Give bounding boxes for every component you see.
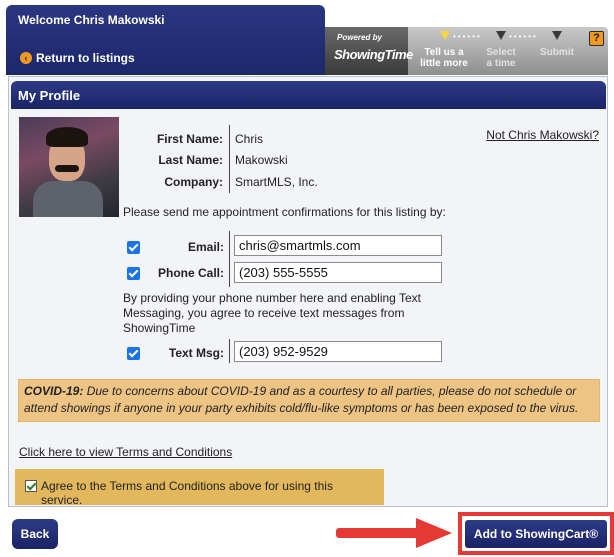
text-msg-field[interactable] [234, 341, 442, 362]
text-msg-checkbox[interactable] [127, 347, 140, 360]
company-label: Company: [164, 175, 223, 189]
annotation-arrow-head-icon [416, 518, 452, 548]
last-name-value: Makowski [235, 153, 288, 167]
help-icon[interactable]: ? [589, 31, 604, 46]
steps-progress-bar: Powered by ShowingTime •••••• •••••• Tel… [325, 27, 608, 75]
agree-terms-row: Agree to the Terms and Conditions above … [15, 469, 384, 507]
sms-disclaimer: By providing your phone number here and … [123, 291, 421, 335]
welcome-header: Welcome Chris Makowski ‹ Return to listi… [6, 5, 325, 75]
covid-text: Due to concerns about COVID-19 and as a … [24, 384, 579, 415]
add-to-showingcart-button[interactable]: Add to ShowingCart® [465, 520, 607, 548]
not-user-link[interactable]: Not Chris Makowski? [486, 128, 599, 142]
email-field[interactable] [234, 235, 442, 256]
step-tell-us: Tell us a little more [420, 47, 468, 69]
last-name-label: Last Name: [158, 153, 223, 167]
covid-label: COVID-19: [24, 384, 84, 398]
profile-panel: My Profile First Name: Last Name: Compan… [8, 76, 608, 507]
step-submit: Submit [540, 47, 574, 58]
avatar [19, 117, 119, 217]
divider [229, 125, 230, 193]
step-marker-icon [552, 31, 562, 40]
email-label: Email: [187, 240, 224, 254]
divider [229, 339, 230, 363]
phone-field[interactable] [234, 262, 442, 283]
showingtime-logo: ShowingTime [334, 47, 413, 62]
return-to-listings-link[interactable]: ‹ Return to listings [20, 51, 135, 65]
first-name-label: First Name: [156, 132, 223, 146]
confirmation-instructions: Please send me appointment confirmations… [123, 205, 446, 219]
step-dots: •••••• [453, 32, 482, 41]
step-select-time: Select a time [486, 47, 516, 69]
step-marker-active-icon [440, 31, 450, 40]
powered-by-text: Powered by [337, 33, 382, 42]
divider [229, 231, 230, 287]
back-button[interactable]: Back [12, 519, 58, 549]
agree-checkbox[interactable] [25, 480, 37, 492]
return-link-label: Return to listings [36, 51, 135, 65]
terms-link[interactable]: Click here to view Terms and Conditions [19, 445, 232, 459]
agree-label: Agree to the Terms and Conditions above … [41, 479, 333, 507]
company-value: SmartMLS, Inc. [235, 175, 318, 189]
first-name-value: Chris [235, 132, 264, 146]
phone-call-label: Phone Call: [157, 266, 224, 280]
text-msg-label: Text Msg: [168, 346, 224, 360]
annotation-arrow [336, 528, 420, 538]
arrow-left-icon: ‹ [20, 52, 32, 64]
powered-by-badge: Powered by ShowingTime [325, 27, 413, 75]
welcome-title: Welcome Chris Makowski [18, 13, 165, 27]
section-title: My Profile [11, 81, 606, 109]
covid-notice: COVID-19: Due to concerns about COVID-19… [18, 379, 600, 422]
step-dots: •••••• [509, 32, 538, 41]
step-marker-icon [496, 31, 506, 40]
email-checkbox[interactable] [127, 241, 140, 254]
